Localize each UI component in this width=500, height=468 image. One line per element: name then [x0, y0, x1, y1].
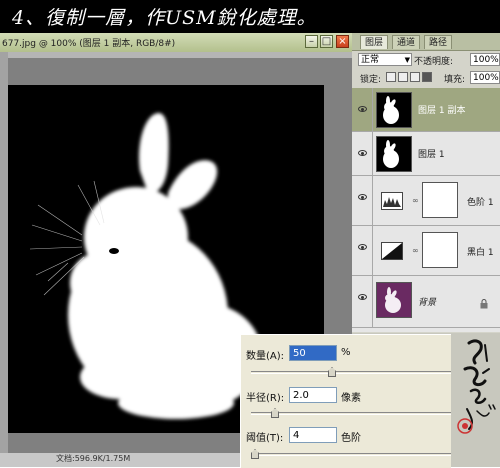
lock-image-icon[interactable] — [398, 72, 408, 82]
layer-name: 黑白 1 — [467, 248, 494, 258]
minimize-icon: – — [309, 36, 314, 47]
black-white-adjustment-icon — [381, 242, 403, 260]
horizontal-ruler — [8, 52, 352, 58]
close-icon: × — [338, 36, 347, 47]
blend-mode-value: 正常 — [361, 55, 380, 65]
layer-row-layer1[interactable]: 图层 1 — [352, 132, 500, 176]
lock-label: 锁定: — [360, 75, 382, 85]
opacity-label: 不透明度: — [414, 57, 454, 67]
radius-slider-track[interactable] — [251, 412, 451, 415]
threshold-slider-knob[interactable] — [251, 449, 259, 459]
lock-icon[interactable] — [422, 72, 432, 82]
minimize-button[interactable]: – — [305, 35, 318, 48]
maximize-icon: □ — [321, 36, 332, 47]
visibility-eye-icon[interactable] — [352, 132, 373, 175]
amount-unit: % — [341, 347, 351, 358]
banner-text: 4、復制一層，作USM銳化處理。 — [12, 7, 317, 29]
maximize-button[interactable]: □ — [320, 35, 333, 48]
tab-paths[interactable]: 路径 — [424, 35, 453, 49]
threshold-unit: 色阶 — [341, 433, 361, 444]
layer-mask-thumbnail[interactable] — [422, 182, 458, 218]
red-seal-stamp — [457, 418, 473, 434]
fill-field[interactable]: 100% — [470, 71, 500, 84]
radius-label: 半径(R): — [246, 393, 285, 404]
document-title: 677.jpg @ 100% (图层 1 副本, RGB/8#) — [2, 39, 176, 49]
fill-label: 填充: — [444, 75, 466, 85]
visibility-eye-icon[interactable] — [352, 276, 373, 327]
amount-label: 数量(A): — [246, 351, 285, 362]
radius-slider-knob[interactable] — [271, 408, 279, 418]
layer-thumbnail — [376, 282, 412, 318]
lock-fill-row: 锁定: 填充: 100% — [352, 69, 500, 87]
vertical-ruler — [0, 52, 8, 467]
blend-mode-select[interactable]: 正常 ▼ — [358, 53, 412, 66]
layer-row-levels[interactable]: ∞ 色阶 1 — [352, 176, 500, 226]
panel-tabs: 图层 通道 路径 — [352, 33, 500, 51]
close-button[interactable]: × — [336, 35, 349, 48]
threshold-slider-track[interactable] — [251, 453, 451, 456]
document-size-status: 文档:596.9K/1.75M — [56, 454, 131, 463]
threshold-label: 阈值(T): — [246, 433, 284, 444]
lock-icon — [480, 294, 488, 309]
layers-list: 图层 1 副本 图层 1 ∞ 色阶 1 ∞ 黑白 1 背景 — [352, 88, 500, 332]
tab-channels[interactable]: 通道 — [392, 35, 421, 49]
tab-layers[interactable]: 图层 — [360, 35, 389, 49]
layer-thumbnail — [376, 136, 412, 172]
layer-name: 图层 1 — [418, 150, 445, 160]
threshold-field[interactable]: 4 — [289, 427, 337, 443]
tutorial-banner: 4、復制一層，作USM銳化處理。 — [0, 0, 500, 33]
chain-link-icon: ∞ — [412, 196, 419, 205]
opacity-field[interactable]: 100% — [470, 53, 500, 66]
layer-name: 背景 — [418, 298, 437, 308]
visibility-eye-icon[interactable] — [352, 176, 373, 225]
radius-unit: 像素 — [341, 393, 361, 404]
lock-position-icon[interactable] — [410, 72, 420, 82]
amount-slider-track[interactable] — [251, 371, 451, 374]
layer-row-background[interactable]: 背景 — [352, 276, 500, 328]
visibility-eye-icon[interactable] — [352, 226, 373, 275]
usm-sharpen-dialog: 数量(A): 50 % 半径(R): 2.0 像素 阈值(T): 4 色阶 — [240, 334, 451, 468]
blend-opacity-row: 正常 ▼ 不透明度: 100% — [352, 51, 500, 69]
visibility-eye-icon[interactable] — [352, 88, 373, 131]
levels-adjustment-icon — [381, 192, 403, 210]
dropdown-arrow-icon: ▼ — [404, 56, 410, 64]
layer-row-black-white[interactable]: ∞ 黑白 1 — [352, 226, 500, 276]
amount-field[interactable]: 50 — [289, 345, 337, 361]
layer-name: 图层 1 副本 — [418, 106, 466, 116]
layer-name: 色阶 1 — [467, 198, 494, 208]
lock-transparent-icon[interactable] — [386, 72, 396, 82]
document-title-bar[interactable]: 677.jpg @ 100% (图层 1 副本, RGB/8#) – □ × — [0, 33, 352, 53]
layer-row-copy[interactable]: 图层 1 副本 — [352, 88, 500, 132]
radius-field[interactable]: 2.0 — [289, 387, 337, 403]
layer-thumbnail — [376, 92, 412, 128]
chain-link-icon: ∞ — [412, 246, 419, 255]
layer-mask-thumbnail[interactable] — [422, 232, 458, 268]
amount-slider-knob[interactable] — [328, 367, 336, 377]
